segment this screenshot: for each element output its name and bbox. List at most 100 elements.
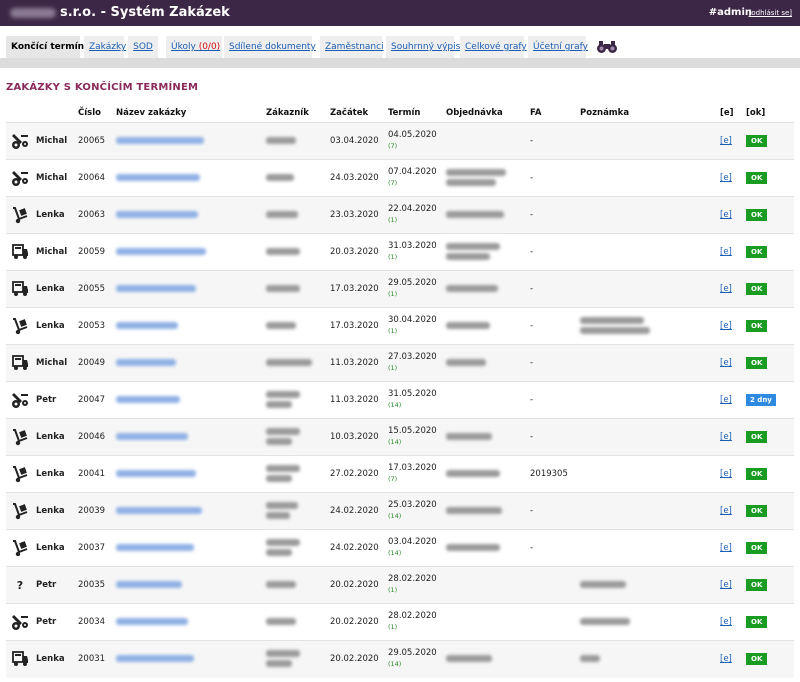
row-type-icon-cell: ? [6, 566, 34, 604]
row-term: 03.04.2020 (14) [386, 529, 444, 567]
ok-button[interactable]: OK [746, 542, 768, 554]
orders-table: Číslo Název zakázky Zákazník Začátek Ter… [6, 104, 794, 678]
row-type-icon-cell [6, 603, 34, 641]
row-edit-cell: [e] [718, 159, 744, 197]
row-number: 20059 [76, 233, 114, 271]
row-employee: Petr [34, 566, 76, 604]
row-edit-link[interactable]: [e] [720, 432, 732, 442]
row-edit-link[interactable]: [e] [720, 173, 732, 183]
row-edit-link[interactable]: [e] [720, 506, 732, 516]
gear-truck-icon [8, 612, 32, 632]
ok-button[interactable]: OK [746, 246, 768, 258]
col-objednavka: Objednávka [446, 108, 503, 118]
ok-button[interactable]: OK [746, 431, 768, 443]
row-customer [264, 603, 328, 641]
ok-button[interactable]: OK [746, 320, 768, 332]
row-invoice [528, 603, 578, 641]
col-termin: Termín [388, 108, 421, 118]
row-order-name[interactable] [114, 640, 264, 678]
tab-zakazky[interactable]: Zakázky [84, 36, 126, 58]
row-type-icon-cell [6, 418, 34, 456]
row-edit-link[interactable]: [e] [720, 321, 732, 331]
col-zacatek: Začátek [330, 108, 369, 118]
row-note [578, 418, 718, 456]
ok-button[interactable]: OK [746, 135, 768, 147]
ok-button[interactable]: OK [746, 209, 768, 221]
row-order-name[interactable] [114, 381, 264, 419]
row-number: 20041 [76, 455, 114, 493]
hand-truck-icon [8, 464, 32, 484]
ok-button[interactable]: OK [746, 653, 768, 666]
row-edit-link[interactable]: [e] [720, 543, 732, 553]
row-edit-cell: [e] [718, 529, 744, 567]
tab-sdilene-dokumenty[interactable]: Sdílené dokumenty [224, 36, 316, 58]
row-edit-link[interactable]: [e] [720, 654, 732, 664]
question-icon: ? [16, 578, 24, 592]
ok-button[interactable]: OK [746, 505, 768, 517]
row-type-icon-cell [6, 640, 34, 678]
row-start: 17.03.2020 [328, 270, 386, 308]
row-edit-link[interactable]: [e] [720, 284, 732, 294]
row-edit-link[interactable]: [e] [720, 395, 732, 405]
tab-ukoly[interactable]: Úkoly (0/0) [166, 36, 222, 58]
row-edit-link[interactable]: [e] [720, 210, 732, 220]
ok-button[interactable]: OK [746, 172, 768, 184]
row-order-name[interactable] [114, 307, 264, 345]
delivery-truck-icon [8, 649, 32, 669]
row-order-ref [444, 270, 528, 308]
table-row: Michal 20064 24.03.2020 07.04.2020 (7) - … [6, 159, 794, 197]
row-edit-link[interactable]: [e] [720, 136, 732, 146]
row-order-name[interactable] [114, 418, 264, 456]
row-order-name[interactable] [114, 196, 264, 234]
tab-konci-terminy[interactable]: Končící termíny [6, 36, 90, 58]
row-edit-link[interactable]: [e] [720, 358, 732, 368]
row-order-name[interactable] [114, 270, 264, 308]
binoculars-icon[interactable] [596, 40, 618, 54]
row-invoice: - [528, 122, 578, 160]
ok-button[interactable]: OK [746, 283, 768, 295]
row-order-name[interactable] [114, 529, 264, 567]
row-start: 20.02.2020 [328, 566, 386, 604]
ok-button[interactable]: OK [746, 357, 768, 369]
row-order-name[interactable] [114, 455, 264, 493]
row-type-icon-cell [6, 270, 34, 308]
row-order-name[interactable] [114, 344, 264, 382]
row-order-name[interactable] [114, 603, 264, 641]
row-edit-link[interactable]: [e] [720, 469, 732, 479]
gear-truck-icon [8, 390, 32, 410]
row-term-days: (1) [388, 290, 398, 298]
ok-button[interactable]: OK [746, 579, 768, 591]
row-edit-link[interactable]: [e] [720, 617, 732, 627]
row-employee: Lenka [34, 455, 76, 493]
tab-sod[interactable]: SOD [128, 36, 158, 58]
row-action-cell: OK [744, 529, 794, 567]
row-customer [264, 307, 328, 345]
row-start: 03.04.2020 [328, 122, 386, 160]
col-cislo: Číslo [78, 108, 101, 118]
row-action-cell: OK [744, 233, 794, 271]
row-edit-cell: [e] [718, 492, 744, 530]
ok-button[interactable]: OK [746, 468, 768, 480]
row-edit-link[interactable]: [e] [720, 247, 732, 257]
row-type-icon-cell [6, 529, 34, 567]
row-order-name[interactable] [114, 492, 264, 530]
row-order-name[interactable] [114, 159, 264, 197]
row-order-ref [444, 640, 528, 678]
row-employee: Lenka [34, 307, 76, 345]
tab-ucetni-grafy[interactable]: Účetní grafy [528, 36, 588, 58]
row-order-name[interactable] [114, 233, 264, 271]
row-term-days: (1) [388, 216, 398, 224]
tab-souhrnny-vypis[interactable]: Souhrnný výpis [386, 36, 460, 58]
row-order-name[interactable] [114, 122, 264, 160]
row-order-name[interactable] [114, 566, 264, 604]
logout-link[interactable]: [odhlásit se] [749, 9, 792, 17]
row-order-ref [444, 233, 528, 271]
tab-zamestnanci[interactable]: Zaměstnanci [320, 36, 384, 58]
row-employee: Lenka [34, 418, 76, 456]
remaining-days-button[interactable]: 2 dny [746, 394, 776, 406]
row-edit-link[interactable]: [e] [720, 580, 732, 590]
ok-button[interactable]: OK [746, 616, 768, 628]
row-term-days: (14) [388, 660, 402, 669]
row-invoice [528, 640, 578, 678]
tab-celkove-grafy[interactable]: Celkové grafy [460, 36, 527, 58]
